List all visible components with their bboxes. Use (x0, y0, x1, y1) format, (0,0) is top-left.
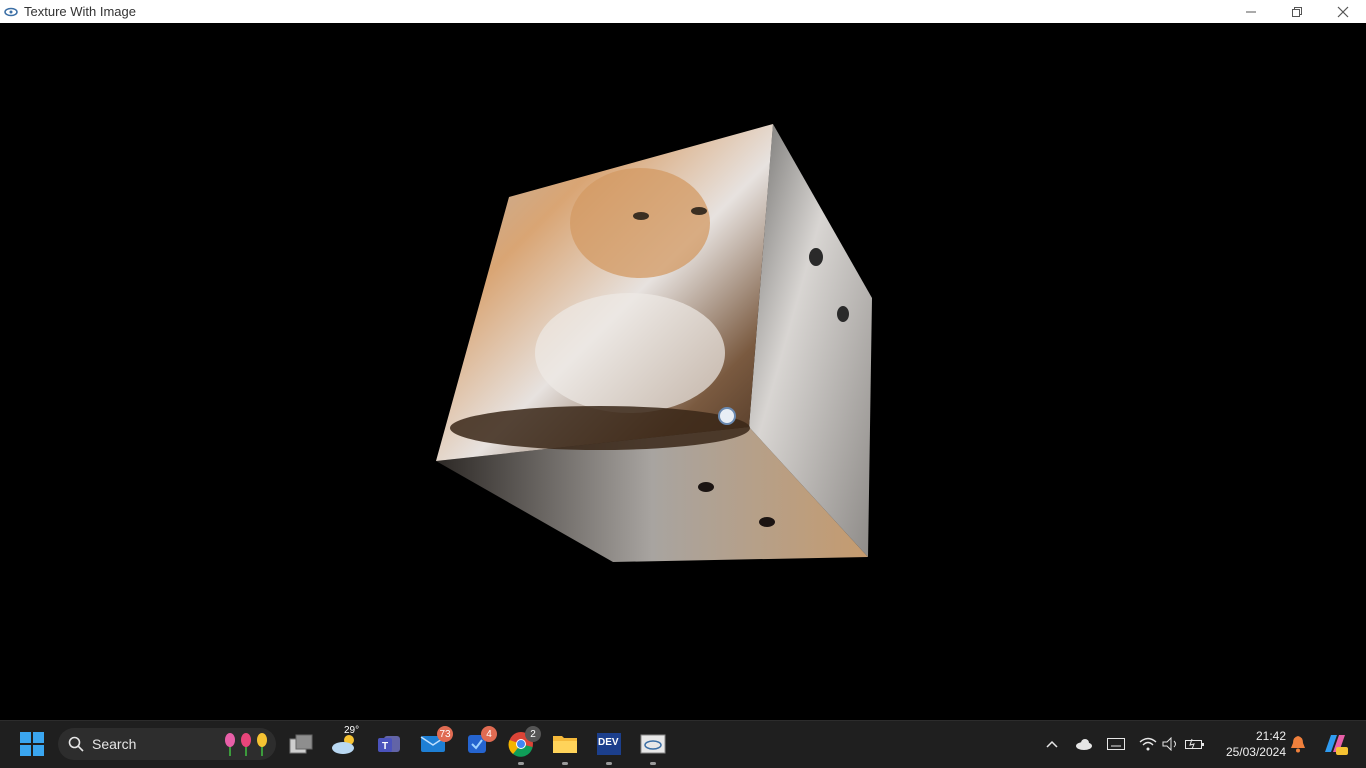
minimize-icon (1246, 11, 1256, 12)
windows-start-icon (20, 732, 44, 756)
cloud-icon (1076, 739, 1092, 750)
taskbar-app-chrome[interactable]: 2 (505, 726, 541, 765)
running-indicator (518, 762, 524, 765)
weather-widget[interactable]: 29° (329, 725, 361, 760)
taskbar-search-box[interactable]: Search (58, 728, 276, 760)
taskbar-app-teams[interactable]: T (373, 728, 405, 760)
todo-badge: 4 (481, 726, 497, 742)
taskbar-app-opengl[interactable] (637, 728, 669, 765)
wifi-icon (1139, 737, 1157, 751)
network-tray-button[interactable] (1138, 734, 1158, 754)
keyboard-icon (1107, 738, 1125, 750)
close-button[interactable] (1320, 0, 1366, 23)
running-indicator (562, 762, 568, 765)
weather-temp: 29° (344, 725, 360, 736)
textured-cube (436, 124, 872, 562)
copilot-button[interactable] (1322, 731, 1348, 757)
teams-icon: T (378, 736, 400, 752)
taskbar-clock[interactable]: 21:42 25/03/2024 (1214, 728, 1286, 760)
battery-tray-button[interactable] (1185, 734, 1205, 754)
taskbar-app-file-explorer[interactable] (549, 728, 581, 765)
weather-cloud-sun-icon (332, 735, 354, 754)
taskbar-app-dev[interactable]: DEV (593, 728, 625, 765)
chrome-badge: 2 (525, 726, 541, 742)
copilot-icon (1325, 735, 1348, 755)
svg-text:T: T (382, 741, 388, 752)
window-title: Texture With Image (24, 4, 136, 19)
close-icon (1337, 6, 1349, 17)
folder-icon (553, 736, 577, 753)
chevron-up-icon (1046, 740, 1058, 748)
keyboard-tray-button[interactable] (1106, 734, 1126, 754)
taskbar-app-mail[interactable]: 73 (417, 726, 453, 760)
speaker-icon (1162, 737, 1176, 751)
app-icon (4, 7, 18, 16)
running-indicator (606, 762, 612, 765)
task-view-button[interactable] (285, 728, 317, 760)
bell-icon (1291, 736, 1305, 753)
opengl-window-icon (640, 734, 666, 754)
task-view-icon (289, 734, 313, 754)
show-hidden-icons-button[interactable] (1042, 734, 1062, 754)
start-button[interactable] (16, 728, 48, 760)
dev-icon-label: DEV (598, 737, 619, 748)
search-label: Search (92, 736, 137, 752)
restore-icon (1292, 6, 1302, 17)
mail-badge: 73 (437, 726, 453, 742)
title-bar: Texture With Image (0, 0, 1366, 23)
restore-button[interactable] (1274, 0, 1320, 23)
running-indicator (650, 762, 656, 765)
search-icon (68, 736, 84, 752)
volume-tray-button[interactable] (1161, 734, 1181, 754)
clock-time: 21:42 (1255, 729, 1286, 743)
render-viewport[interactable] (0, 23, 1366, 720)
minimize-button[interactable] (1228, 0, 1274, 23)
notifications-button[interactable] (1288, 734, 1308, 754)
tulips-icon (225, 733, 267, 756)
taskbar-app-todo[interactable]: 4 (461, 726, 497, 760)
battery-charging-icon (1185, 738, 1204, 750)
clock-date: 25/03/2024 (1225, 745, 1286, 759)
onedrive-tray-button[interactable] (1074, 734, 1094, 754)
